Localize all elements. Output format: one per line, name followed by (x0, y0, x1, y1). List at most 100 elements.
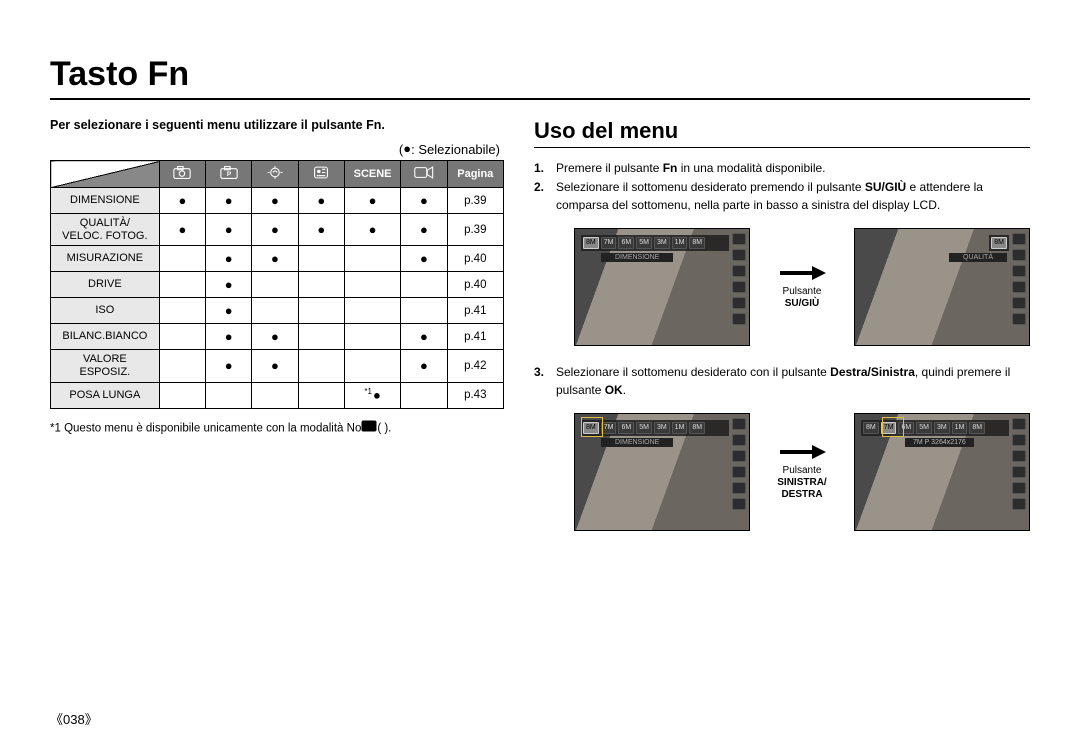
sidebar-icon (732, 233, 746, 245)
step-item: 2. Selezionare il sottomenu desiderato p… (534, 179, 1030, 214)
cell (344, 246, 400, 272)
table-row: POSA LUNGA *1● p.43 (51, 382, 504, 408)
footnote: *1 Questo menu è disponibile unicamente … (50, 421, 504, 436)
cell (252, 298, 298, 324)
lcd-screen-1b: 8M QUALITÀ (854, 228, 1030, 346)
svg-text:P: P (226, 171, 231, 178)
row-label: DIMENSIONE (51, 188, 160, 214)
cell (159, 246, 205, 272)
footnote-marker: *1 (50, 422, 64, 434)
sidebar-icon (732, 249, 746, 261)
selection-highlight (882, 417, 904, 437)
size-chip: 1M (672, 237, 688, 249)
cell: ● (401, 324, 447, 350)
lcd-sidebar (1012, 418, 1026, 526)
cell: ● (206, 298, 252, 324)
page-ref: p.40 (447, 272, 503, 298)
step-number: 2. (534, 179, 550, 214)
size-chip: 8M (689, 237, 705, 249)
step-number: 1. (534, 160, 550, 177)
table-row: MISURAZIONE ● ● ● p.40 (51, 246, 504, 272)
sidebar-icon (732, 450, 746, 462)
arrow-leftright: Pulsante SINISTRA/ DESTRA (762, 443, 842, 501)
cell: ● (252, 324, 298, 350)
lcd-topbar: 8M 7M 6M 5M 3M 1M 8M (581, 235, 729, 251)
selection-highlight (581, 417, 603, 437)
row-label: DRIVE (51, 272, 160, 298)
cell (298, 324, 344, 350)
arrow-updown: Pulsante SU/GIÙ (762, 264, 842, 310)
cell (344, 272, 400, 298)
size-chip: 1M (672, 422, 688, 434)
arrow-caption-1: Pulsante (783, 286, 822, 297)
mode-icon-guide (298, 161, 344, 188)
sidebar-icon (732, 265, 746, 277)
cell: ● (206, 350, 252, 382)
mode-icon-program: P (206, 161, 252, 188)
footnote-text: Questo menu è disponibile unicamente con… (64, 422, 391, 434)
sidebar-icon (1012, 281, 1026, 293)
arrow-caption-3: DESTRA (762, 489, 842, 501)
menu-table: P SCENE Pagina DIMENSI (50, 160, 504, 409)
legend: (●: Selezionabile) (50, 142, 504, 157)
cell (159, 324, 205, 350)
cell (298, 246, 344, 272)
sidebar-icon (732, 313, 746, 325)
page-ref: p.41 (447, 298, 503, 324)
cell (206, 382, 252, 408)
cell (344, 324, 400, 350)
size-chip: 7M (601, 237, 617, 249)
legend-dot-icon: ● (403, 141, 411, 156)
size-chip: 8M (863, 422, 879, 434)
mode-icon-movie (401, 161, 447, 188)
cell (159, 382, 205, 408)
size-chip: 7M (601, 422, 617, 434)
lcd-detail: 7M P 3264x2176 (905, 438, 974, 447)
page-ref: p.42 (447, 350, 503, 382)
cell: ● (206, 188, 252, 214)
steps-list-2: 3. Selezionare il sottomenu desiderato c… (534, 364, 1030, 399)
figure-row-2: 8M 7M 6M 5M 3M 1M 8M DIMENSIONE (574, 413, 1030, 531)
row-label: QUALITÀ/ VELOC. FOTOG. (51, 214, 160, 246)
size-chip: 8M (583, 237, 599, 249)
lcd-topbar: 8M (989, 235, 1009, 251)
cell (401, 298, 447, 324)
table-row: ISO ● p.41 (51, 298, 504, 324)
cell: ● (298, 188, 344, 214)
table-row: QUALITÀ/ VELOC. FOTOG. ● ● ● ● ● ● p.39 (51, 214, 504, 246)
cell: ● (206, 324, 252, 350)
cell (344, 298, 400, 324)
row-label: POSA LUNGA (51, 382, 160, 408)
table-corner (51, 161, 160, 188)
row-label: ISO (51, 298, 160, 324)
step-number: 3. (534, 364, 550, 399)
cell (344, 350, 400, 382)
step-item: 1. Premere il pulsante Fn in una modalit… (534, 160, 1030, 177)
lcd-label: DIMENSIONE (601, 253, 673, 262)
cell: ● (206, 272, 252, 298)
size-chip: 5M (636, 422, 652, 434)
sidebar-icon (732, 418, 746, 430)
cell (298, 350, 344, 382)
sidebar-icon (732, 281, 746, 293)
sidebar-icon (1012, 313, 1026, 325)
size-chip: 3M (654, 237, 670, 249)
page-title: Tasto Fn (50, 55, 1030, 100)
sidebar-icon (1012, 297, 1026, 309)
table-row: VALORE ESPOSIZ. ● ● ● p.42 (51, 350, 504, 382)
lcd-label: DIMENSIONE (601, 438, 673, 447)
step-text: Premere il pulsante Fn in una modalità d… (556, 160, 826, 177)
size-chip: 1M (952, 422, 968, 434)
cell: ● (252, 350, 298, 382)
lcd-screen-1a: 8M 7M 6M 5M 3M 1M 8M DIMENSIONE (574, 228, 750, 346)
cell (298, 382, 344, 408)
lcd-sidebar (1012, 233, 1026, 341)
page-number: 《038》 (50, 709, 98, 728)
sidebar-icon (732, 434, 746, 446)
sidebar-icon (1012, 482, 1026, 494)
mode-icon-auto (159, 161, 205, 188)
table-row: DRIVE ● p.40 (51, 272, 504, 298)
page-ref: p.43 (447, 382, 503, 408)
figure-row-1: 8M 7M 6M 5M 3M 1M 8M DIMENSIONE (574, 228, 1030, 346)
row-label: BILANC.BIANCO (51, 324, 160, 350)
